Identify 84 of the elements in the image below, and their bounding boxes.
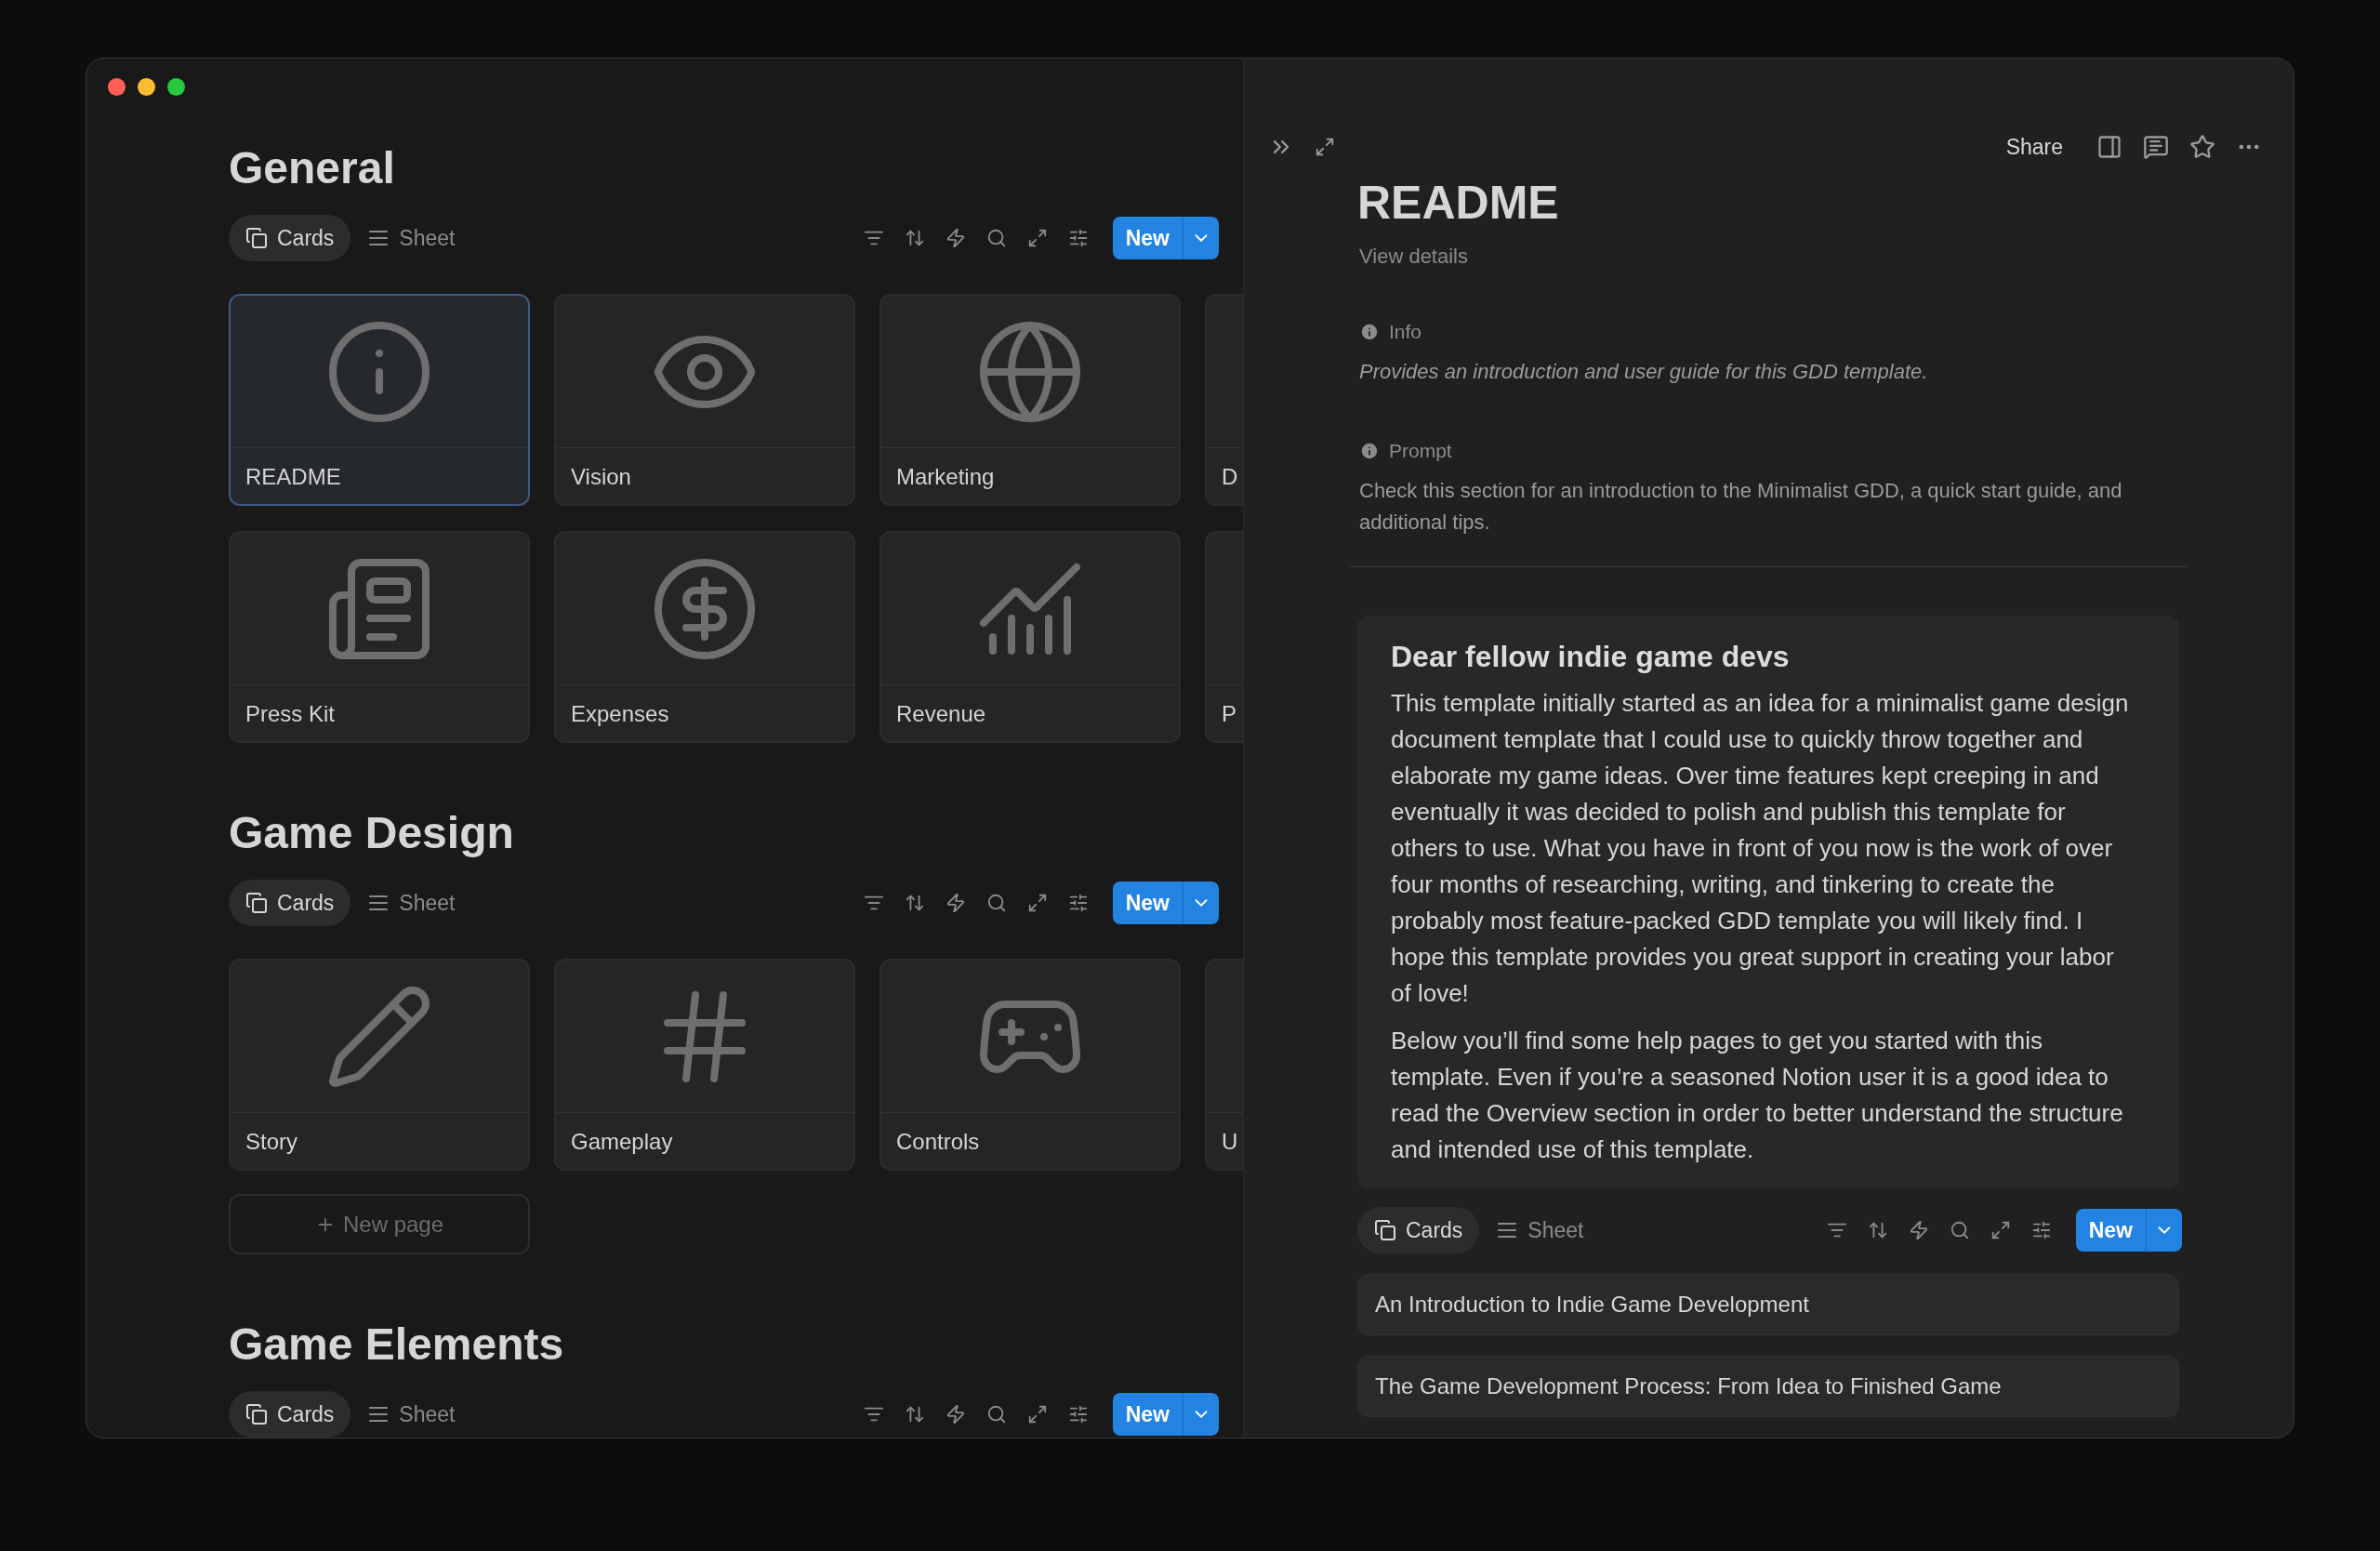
cards-icon <box>245 892 268 914</box>
view-details-link[interactable]: View details <box>1357 245 2179 269</box>
settings-icon[interactable] <box>1067 1404 1089 1425</box>
search-icon[interactable] <box>985 228 1007 248</box>
page-card[interactable]: D <box>1205 294 1243 506</box>
card-title: Revenue <box>895 700 987 728</box>
new-button[interactable]: New <box>2075 1209 2146 1252</box>
view-tab[interactable]: Cards <box>229 880 351 926</box>
page-card[interactable]: Vision <box>554 294 855 506</box>
page-card[interactable]: Marketing <box>879 294 1181 506</box>
window-control[interactable] <box>138 78 155 96</box>
new-button[interactable]: New <box>1112 217 1183 259</box>
lightning-icon[interactable] <box>945 228 966 248</box>
property-name: Info <box>1389 321 1422 343</box>
expand-icon[interactable] <box>1315 137 1335 157</box>
view-tab[interactable]: Sheet <box>350 215 472 261</box>
page-card[interactable]: Expenses <box>554 531 855 743</box>
expand-icon[interactable] <box>1990 1220 2011 1240</box>
view-tab[interactable]: Cards <box>229 215 351 261</box>
page-card[interactable]: Story <box>229 959 530 1171</box>
view-tab[interactable]: Cards <box>1357 1207 1480 1253</box>
lightning-icon[interactable] <box>945 893 966 913</box>
view-tab[interactable]: Cards <box>229 1391 351 1438</box>
cards-icon <box>245 1403 268 1425</box>
settings-icon[interactable] <box>1067 228 1089 248</box>
star-icon[interactable] <box>2189 134 2215 160</box>
card-title: U <box>1221 1128 1239 1156</box>
page-card[interactable]: Controls <box>879 959 1181 1171</box>
page-row[interactable]: The Game Development Process: From Idea to Finished Game <box>1357 1356 2179 1417</box>
card-title: Story <box>245 1128 298 1156</box>
info-icon <box>1359 322 1380 342</box>
property-name: Prompt <box>1389 440 1452 462</box>
callout-heading: Dear fellow indie game devs <box>1391 640 1791 674</box>
sort-icon[interactable] <box>904 228 925 248</box>
card-title: Press Kit <box>245 700 337 728</box>
card-title: Gameplay <box>570 1128 674 1156</box>
view-tab[interactable]: Sheet <box>1479 1207 1601 1253</box>
window-control[interactable] <box>108 78 126 96</box>
search-icon[interactable] <box>985 1404 1007 1425</box>
view-tab[interactable]: Sheet <box>350 1391 472 1438</box>
page-card[interactable]: P <box>1205 531 1243 743</box>
lightning-icon[interactable] <box>945 1404 966 1425</box>
page-card[interactable]: README <box>229 294 530 506</box>
section-title: Game Elements <box>229 1319 565 1371</box>
cards-icon <box>1374 1219 1396 1241</box>
page-row[interactable]: An Introduction to Indie Game Development <box>1357 1274 2179 1335</box>
share-button[interactable]: Share <box>2005 134 2063 160</box>
search-icon[interactable] <box>985 893 1007 913</box>
card-title: Marketing <box>895 463 996 491</box>
property-value: Provides an introduction and user guide for this GDD template. <box>1358 359 1929 385</box>
section-title: Game Design <box>229 807 515 859</box>
sort-icon[interactable] <box>904 1404 925 1425</box>
paragraph: This template initially started as an idea for a minimalist game design document template that I could use to quickly throw together and elaborate my game ideas. Over time features kept creeping in and eventually it was decided to polish and publish this template for others to use. What you have in front of you now is the work of over four months of researching, writing, and tinkering to create the probably most feature-packed GDD template you will likely find. I hope this template provides you great support in creating your labor of love! <box>1391 688 2130 1009</box>
search-icon[interactable] <box>1949 1220 1970 1240</box>
view-tab[interactable]: Sheet <box>350 880 472 926</box>
settings-icon[interactable] <box>1067 893 1089 913</box>
expand-icon[interactable] <box>1026 1404 1048 1425</box>
section-title: General <box>229 142 396 194</box>
settings-icon[interactable] <box>2030 1220 2052 1240</box>
expand-icon[interactable] <box>1026 893 1048 913</box>
new-button[interactable]: New <box>1112 882 1183 924</box>
card-title: README <box>245 463 342 491</box>
lightning-icon[interactable] <box>1908 1220 1929 1240</box>
sort-icon[interactable] <box>1867 1220 1888 1240</box>
paragraph: Below you’ll find some help pages to get you started with this template. Even if you’re a seasoned Notion user it is a good idea to read the Overview section in order to better understand the structure and intended use of this template. <box>1391 1026 2124 1165</box>
page-card[interactable]: Revenue <box>879 531 1181 743</box>
cards-icon <box>245 227 268 249</box>
window-control[interactable] <box>167 78 185 96</box>
sort-icon[interactable] <box>904 893 925 913</box>
page-card[interactable]: Press Kit <box>229 531 530 743</box>
card-title: Controls <box>895 1128 981 1156</box>
card-title: Vision <box>570 463 632 491</box>
new-button[interactable]: New <box>1112 1393 1183 1436</box>
page-card[interactable]: U <box>1205 959 1243 1171</box>
page-card[interactable]: Gameplay <box>554 959 855 1171</box>
info-icon <box>1359 441 1380 461</box>
expand-icon[interactable] <box>1026 228 1048 248</box>
page-title: README <box>1357 176 1560 231</box>
card-title: P <box>1221 700 1237 728</box>
side-panel-icon[interactable] <box>2096 134 2122 160</box>
card-title: Expenses <box>570 700 670 728</box>
comment-icon[interactable] <box>2143 134 2169 160</box>
property-value: Check this section for an introduction to the Minimalist GDD, a quick start guide, and additional tips. <box>1358 478 2123 536</box>
card-title: D <box>1221 463 1239 491</box>
